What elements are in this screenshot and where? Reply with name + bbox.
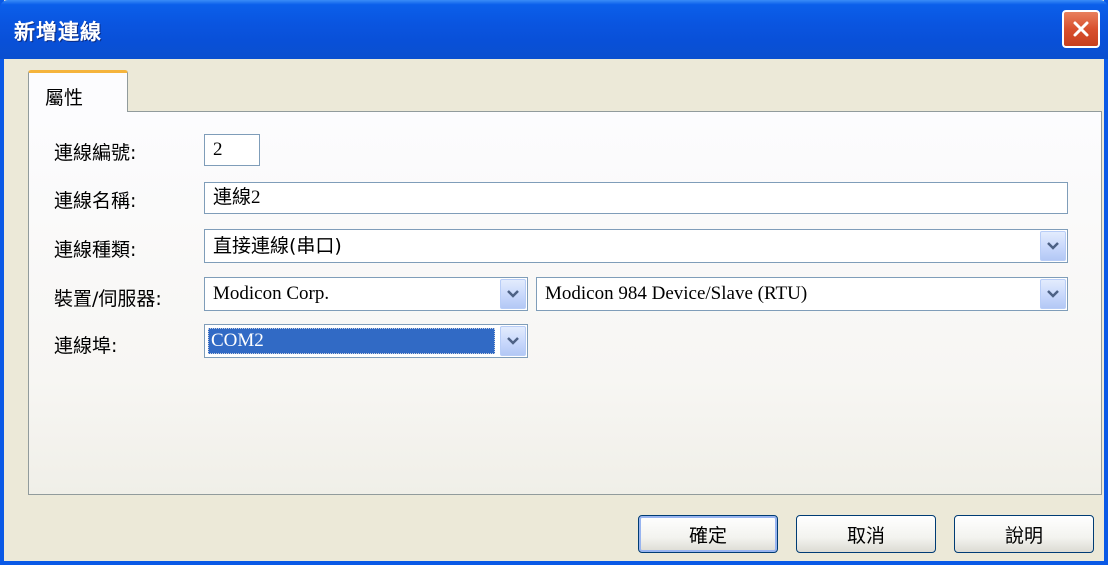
conn-no-label: 連線編號:	[54, 142, 137, 164]
conn-type-dropdown-button[interactable]	[1040, 231, 1066, 261]
device-model-dropdown-button[interactable]	[1040, 279, 1066, 309]
chevron-down-icon	[507, 337, 519, 345]
device-label: 裝置/伺服器:	[54, 288, 162, 310]
device-vendor-value: Modicon Corp.	[213, 283, 330, 304]
title-bar[interactable]: 新增連線	[0, 0, 1108, 59]
port-value: COM2	[211, 330, 264, 351]
help-button[interactable]: 說明	[954, 515, 1094, 553]
port-select[interactable]: COM2	[204, 324, 528, 358]
device-model-value: Modicon 984 Device/Slave (RTU)	[545, 283, 808, 304]
chevron-down-icon	[507, 290, 519, 298]
tab-label: 屬性	[45, 87, 84, 109]
device-vendor-dropdown-button[interactable]	[500, 279, 526, 309]
conn-type-value: 直接連線(串口)	[213, 235, 342, 257]
ok-button[interactable]: 確定	[638, 515, 778, 553]
conn-type-label: 連線種類:	[54, 239, 137, 261]
port-label: 連線埠:	[54, 335, 118, 357]
conn-no-field[interactable]: 2	[204, 134, 260, 166]
cancel-button[interactable]: 取消	[796, 515, 936, 553]
close-icon	[1073, 21, 1089, 37]
device-vendor-select[interactable]: Modicon Corp.	[204, 277, 528, 311]
tab-properties[interactable]: 屬性	[28, 70, 128, 112]
window-title: 新增連線	[14, 20, 102, 44]
conn-type-select[interactable]: 直接連線(串口)	[204, 229, 1068, 263]
chevron-down-icon	[1047, 242, 1059, 250]
close-button[interactable]	[1062, 10, 1100, 48]
chevron-down-icon	[1047, 290, 1059, 298]
new-connection-dialog: 新增連線 屬性 連線編號: 2 連線名稱: 連線2 連線種類: 直接連線(串口)…	[0, 0, 1108, 565]
device-model-select[interactable]: Modicon 984 Device/Slave (RTU)	[536, 277, 1068, 311]
conn-name-field[interactable]: 連線2	[204, 182, 1068, 214]
conn-name-label: 連線名稱:	[54, 190, 137, 212]
port-dropdown-button[interactable]	[500, 326, 526, 356]
